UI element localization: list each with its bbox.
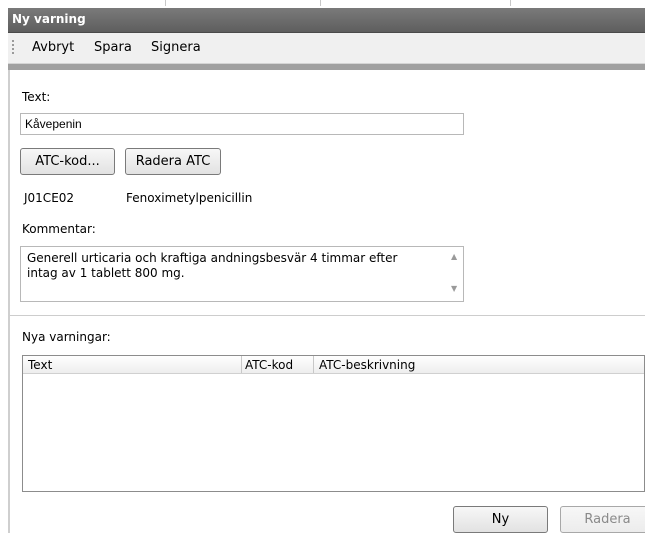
new-button[interactable]: Ny (453, 506, 548, 533)
title-bar[interactable]: Ny varning (8, 8, 645, 33)
strip-divider (510, 0, 511, 6)
new-warnings-label: Nya varningar: (22, 330, 111, 344)
action-bar (10, 496, 645, 533)
table-header: Text ATC-kod ATC-beskrivning (23, 356, 644, 374)
cancel-menu-item[interactable]: Avbryt (32, 40, 74, 55)
scroll-up-icon[interactable]: ▲ (451, 252, 457, 261)
comment-label: Kommentar: (22, 222, 96, 236)
scroll-down-icon[interactable]: ▼ (451, 284, 457, 293)
column-header-text[interactable]: Text (28, 358, 52, 372)
toolbar: Avbryt Spara Signera (8, 33, 645, 64)
comment-text: Generell urticaria och kraftiga andnings… (27, 251, 398, 280)
comment-scrollbar[interactable]: ▲ ▼ (447, 247, 463, 301)
strip-divider (320, 0, 321, 6)
delete-atc-button[interactable]: Radera ATC (125, 148, 221, 175)
background-window-strip (0, 0, 645, 8)
atc-code-value: J01CE02 (24, 191, 75, 205)
section-divider (10, 315, 645, 316)
column-header-atc-description[interactable]: ATC-beskrivning (319, 358, 415, 372)
comment-textarea[interactable]: Generell urticaria och kraftiga andnings… (20, 246, 464, 302)
text-label: Text: (22, 90, 51, 104)
atc-description-value: Fenoximetylpenicillin (126, 191, 253, 205)
column-header-atc-code[interactable]: ATC-kod (245, 358, 293, 372)
column-divider[interactable] (241, 356, 242, 373)
sign-menu-item[interactable]: Signera (151, 40, 201, 55)
column-divider[interactable] (313, 356, 314, 373)
text-input[interactable] (20, 113, 464, 135)
warnings-table[interactable]: Text ATC-kod ATC-beskrivning (22, 355, 645, 492)
delete-button[interactable]: Radera (560, 506, 645, 533)
strip-divider (165, 0, 166, 6)
atc-code-button[interactable]: ATC-kod... (20, 148, 115, 175)
toolbar-grip-icon[interactable] (12, 40, 14, 56)
save-menu-item[interactable]: Spara (94, 40, 132, 55)
window-title: Ny varning (12, 12, 86, 26)
